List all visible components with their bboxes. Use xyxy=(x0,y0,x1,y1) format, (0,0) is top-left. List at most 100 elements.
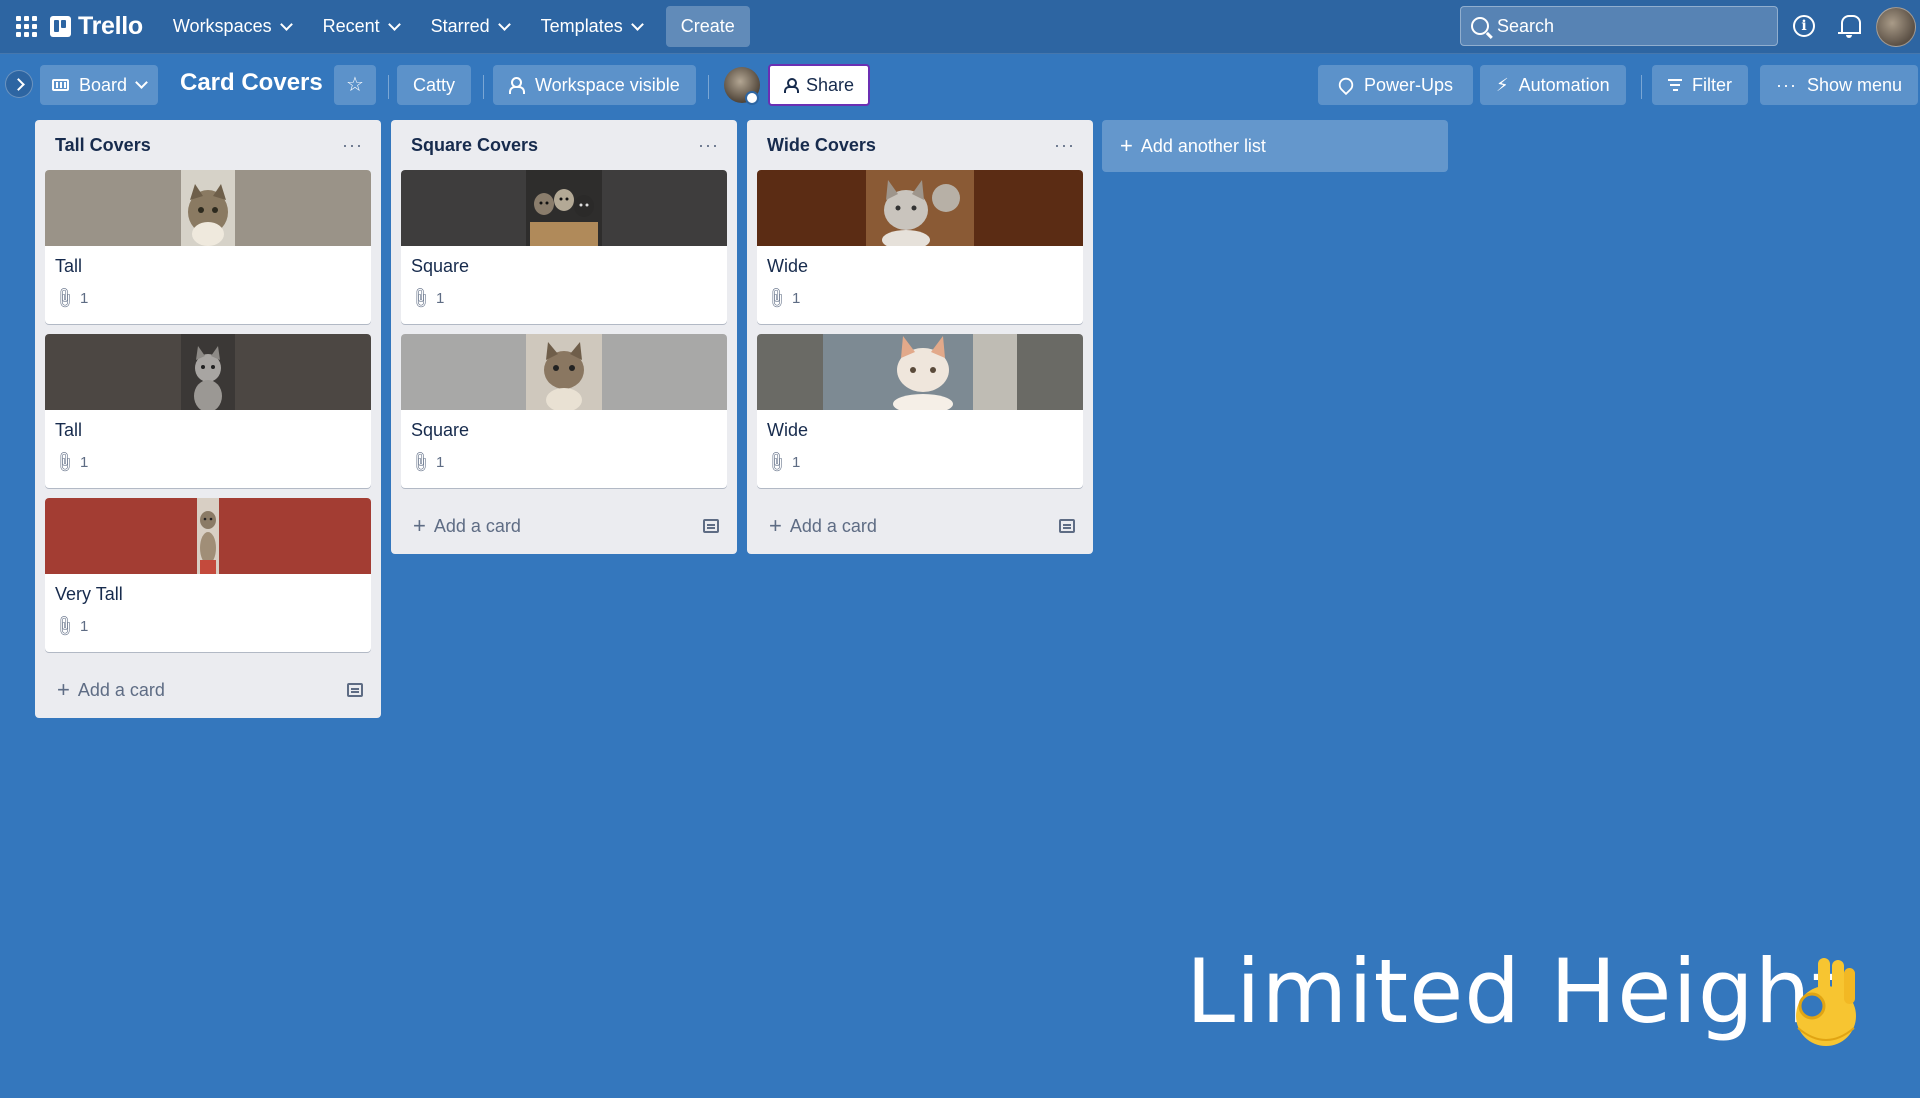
cat-cover-image xyxy=(181,334,235,410)
divider xyxy=(1641,75,1642,99)
list-menu-dots-icon[interactable]: ··· xyxy=(1054,135,1075,156)
plus-icon: + xyxy=(1120,133,1133,158)
attachment-count: 1 xyxy=(792,453,801,471)
workspace-button[interactable]: Catty xyxy=(397,65,472,105)
list-menu-dots-icon[interactable]: ··· xyxy=(342,135,363,156)
list-header: Square Covers ··· xyxy=(401,120,727,170)
card[interactable]: Square 📎︎ 1 xyxy=(401,334,727,488)
add-card-button[interactable]: + Add a card xyxy=(57,677,165,702)
nav-starred[interactable]: Starred xyxy=(419,8,521,45)
star-icon: ☆ xyxy=(346,74,364,96)
chevron-down-icon xyxy=(135,76,148,89)
expand-sidebar-chevron-icon[interactable] xyxy=(5,70,33,98)
chevron-down-icon xyxy=(279,17,293,31)
chevron-down-icon xyxy=(630,17,644,31)
card-body: Wide 📎︎ 1 xyxy=(757,410,1083,488)
card-cover xyxy=(45,170,371,246)
card-cover xyxy=(757,170,1083,246)
card[interactable]: Very Tall 📎︎ 1 xyxy=(45,498,371,652)
nav-workspaces[interactable]: Workspaces xyxy=(161,8,303,45)
add-card-label: Add a card xyxy=(433,515,521,536)
trello-logo[interactable]: Trello xyxy=(50,12,143,41)
kitten-cover-image xyxy=(526,334,602,410)
show-menu-button[interactable]: ··· Show menu xyxy=(1760,65,1919,105)
automation-button[interactable]: ⚡ Automation xyxy=(1480,65,1626,105)
overlay-caption: Limited Height xyxy=(1186,940,1848,1043)
cat-cover-image xyxy=(181,170,235,246)
add-card-button[interactable]: + Add a card xyxy=(769,513,877,538)
share-label: Share xyxy=(806,74,855,95)
attachment-paperclip-icon: 📎︎ xyxy=(407,449,433,476)
card-title: Tall xyxy=(55,256,83,276)
divider xyxy=(483,75,484,99)
card-template-icon[interactable] xyxy=(1059,519,1075,533)
share-button[interactable]: Share xyxy=(768,64,871,106)
chevron-down-icon xyxy=(387,17,401,31)
card-template-icon[interactable] xyxy=(703,519,719,533)
card[interactable]: Wide 📎︎ 1 xyxy=(757,170,1083,324)
card[interactable]: Tall 📎︎ 1 xyxy=(45,334,371,488)
add-card-button[interactable]: + Add a card xyxy=(413,513,521,538)
app-switcher-icon[interactable] xyxy=(12,13,40,41)
search-icon xyxy=(1471,17,1489,35)
divider xyxy=(708,75,709,99)
card-title: Square xyxy=(411,420,470,440)
add-card-label: Add a card xyxy=(77,679,165,700)
nav-templates[interactable]: Templates xyxy=(529,8,654,45)
board-icon xyxy=(52,79,69,91)
list-menu-dots-icon[interactable]: ··· xyxy=(698,135,719,156)
card[interactable]: Wide 📎︎ 1 xyxy=(757,334,1083,488)
attachment-count: 1 xyxy=(792,289,801,307)
add-another-list-button[interactable]: + Add another list xyxy=(1102,120,1448,172)
attachment-paperclip-icon: 📎︎ xyxy=(763,285,789,312)
create-button[interactable]: Create xyxy=(665,6,750,47)
power-ups-label: Power-Ups xyxy=(1364,74,1454,95)
card-title: Wide xyxy=(767,420,809,440)
card[interactable]: Square 📎︎ 1 xyxy=(401,170,727,324)
top-nav: Trello Workspaces Recent Starred Templat… xyxy=(0,0,1920,54)
plus-icon: + xyxy=(413,513,426,538)
card-cover xyxy=(757,334,1083,410)
search-box[interactable] xyxy=(1460,6,1778,46)
info-icon[interactable]: i xyxy=(1793,15,1815,37)
more-dots-icon: ··· xyxy=(1776,74,1797,95)
power-ups-button[interactable]: Power-Ups xyxy=(1318,65,1474,105)
nav-starred-label: Starred xyxy=(430,16,490,36)
people-icon xyxy=(509,77,525,94)
card[interactable]: Tall 📎︎ 1 xyxy=(45,170,371,324)
card-body: Tall 📎︎ 1 xyxy=(45,410,371,488)
plus-icon: + xyxy=(57,677,70,702)
list-title[interactable]: Wide Covers xyxy=(767,135,876,156)
star-board-button[interactable]: ☆ xyxy=(334,65,376,105)
board-title[interactable]: Card Covers xyxy=(180,69,323,97)
user-avatar[interactable] xyxy=(1876,7,1916,47)
list-footer: + Add a card xyxy=(45,662,371,718)
card-body: Square 📎︎ 1 xyxy=(401,246,727,324)
card-badges: 📎︎ 1 xyxy=(51,614,361,639)
list-title[interactable]: Tall Covers xyxy=(55,135,151,156)
card-title: Tall xyxy=(55,420,83,440)
list-title[interactable]: Square Covers xyxy=(411,135,538,156)
search-input[interactable] xyxy=(1497,15,1757,37)
visibility-button[interactable]: Workspace visible xyxy=(493,65,696,105)
filter-label: Filter xyxy=(1692,74,1732,95)
card-badges: 📎︎ 1 xyxy=(763,286,1073,311)
notifications-bell-icon[interactable] xyxy=(1838,13,1861,39)
rocket-icon xyxy=(1335,74,1357,96)
kitten-cover-image xyxy=(823,334,1017,410)
card-template-icon[interactable] xyxy=(347,683,363,697)
attachment-paperclip-icon: 📎︎ xyxy=(51,285,77,312)
attachment-paperclip-icon: 📎︎ xyxy=(51,613,77,640)
card-title: Very Tall xyxy=(55,584,123,604)
automation-label: Automation xyxy=(1518,74,1610,95)
chevron-down-icon xyxy=(497,17,511,31)
add-list-label: Add another list xyxy=(1140,135,1266,156)
admin-badge-icon xyxy=(745,91,759,105)
kittens-cover-image xyxy=(526,170,602,246)
filter-button[interactable]: Filter xyxy=(1652,65,1748,105)
add-person-icon xyxy=(784,78,799,93)
board-view-switcher[interactable]: Board xyxy=(40,65,159,105)
card-cover xyxy=(45,334,371,410)
plus-icon: + xyxy=(769,513,782,538)
nav-recent[interactable]: Recent xyxy=(311,8,411,45)
